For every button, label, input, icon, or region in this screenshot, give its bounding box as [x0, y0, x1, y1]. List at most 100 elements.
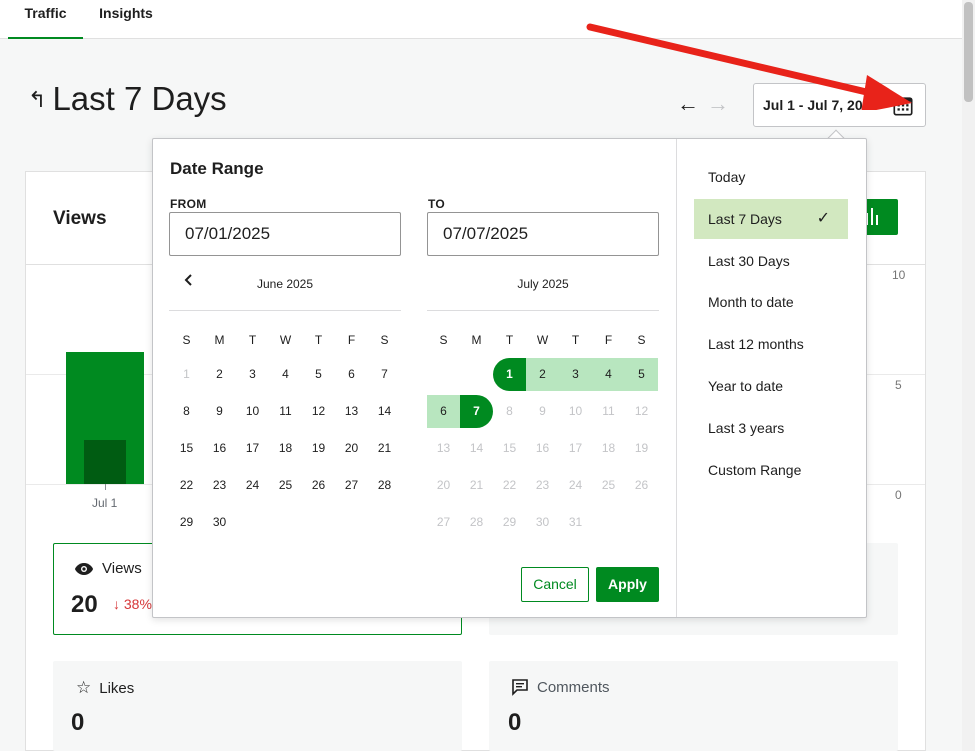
calendar-day[interactable]: 21	[368, 432, 401, 465]
calendar-day[interactable]: 10	[236, 395, 269, 428]
date-range-button[interactable]: Jul 1 - Jul 7, 2025	[753, 83, 926, 127]
calendar-day: 21	[469, 478, 484, 492]
calendar-day[interactable]: 4	[269, 358, 302, 391]
calendar-day[interactable]: 7	[368, 358, 401, 391]
stat-views-value: 20	[71, 591, 98, 618]
calendar-day: 16	[535, 441, 550, 455]
left-month-divider	[169, 310, 401, 311]
calendar-day[interactable]: 3	[236, 358, 269, 391]
stat-likes-value: 0	[71, 709, 85, 736]
calendar-day[interactable]: 18	[269, 432, 302, 465]
calendar-day: 11	[602, 404, 615, 418]
calendar-day: 17	[568, 441, 583, 455]
shortcut-option[interactable]: Month to date	[694, 282, 848, 322]
calendar-day: 25	[601, 478, 616, 492]
calendar-day[interactable]: 5	[302, 358, 335, 391]
calendar-day[interactable]: 28	[368, 469, 401, 502]
date-range-label: Jul 1 - Jul 7, 2025	[763, 97, 879, 113]
weekday-label: S	[439, 333, 448, 347]
tab-bar: Traffic Insights	[0, 0, 962, 39]
calendar-day[interactable]: 13	[335, 395, 368, 428]
shortcut-option[interactable]: Year to date	[694, 366, 848, 406]
stat-views-change: ↓ 38%	[113, 596, 152, 612]
calendar-day[interactable]: 2	[203, 358, 236, 391]
calendar-day[interactable]: 22	[170, 469, 203, 502]
calendar-icon	[893, 97, 913, 116]
calendar-day[interactable]: 24	[236, 469, 269, 502]
chart-bar-secondary	[84, 440, 126, 484]
eye-icon	[75, 562, 93, 575]
calendar-day: 27	[436, 515, 451, 529]
calendar-day[interactable]: 15	[170, 432, 203, 465]
calendar-day: 22	[502, 478, 517, 492]
calendar-day: 14	[469, 441, 484, 455]
shortcut-option[interactable]: Last 12 months	[694, 324, 848, 364]
calendar-day[interactable]: 11	[269, 395, 302, 428]
calendar-day[interactable]: 23	[203, 469, 236, 502]
calendar-day[interactable]: 1	[493, 358, 526, 391]
weekday-label: F	[604, 333, 613, 347]
weekday-label: T	[571, 333, 580, 347]
calendar-day[interactable]: 19	[302, 432, 335, 465]
calendar-day: 12	[634, 404, 649, 418]
shortcut-option[interactable]: Last 30 Days	[694, 241, 848, 281]
calendar-day[interactable]: 16	[203, 432, 236, 465]
calendar-day: 26	[634, 478, 649, 492]
shortcut-option[interactable]: Today	[694, 157, 848, 197]
y-tick-label: 5	[895, 378, 902, 392]
weekday-label: M	[471, 333, 482, 347]
scrollbar-thumb[interactable]	[964, 2, 973, 102]
tab-insights[interactable]: Insights	[90, 0, 162, 39]
tab-traffic[interactable]: Traffic	[8, 0, 83, 39]
calendar-day[interactable]: 12	[302, 395, 335, 428]
weekday-label: S	[182, 333, 191, 347]
star-icon: ☆	[76, 678, 92, 697]
calendar-day[interactable]: 9	[203, 395, 236, 428]
calendar-day[interactable]: 3	[559, 358, 592, 391]
calendar-day[interactable]: 5	[625, 358, 658, 391]
stat-likes-tab[interactable]	[53, 661, 462, 751]
calendar-day[interactable]: 2	[526, 358, 559, 391]
shortcut-option[interactable]: Last 7 Days ✓	[694, 198, 848, 239]
checkmark-icon: ✓	[816, 209, 830, 227]
shortcut-option[interactable]: Last 3 years	[694, 408, 848, 448]
calendar-day[interactable]: 25	[269, 469, 302, 502]
calendar-day: 10	[568, 404, 583, 418]
calendar-day[interactable]: 20	[335, 432, 368, 465]
calendar-day[interactable]: 26	[302, 469, 335, 502]
back-arrow-icon[interactable]: ↰	[28, 87, 46, 113]
shortcut-label: Last 7 Days	[708, 210, 782, 227]
stat-likes-label: ☆ Likes	[76, 678, 134, 698]
calendar-day[interactable]: 8	[170, 395, 203, 428]
cancel-button[interactable]: Cancel	[521, 567, 589, 602]
x-tick-mark	[105, 484, 106, 490]
next-period-arrow-icon[interactable]: →	[707, 92, 729, 116]
previous-period-arrow-icon[interactable]: ←	[677, 92, 699, 116]
calendar-day[interactable]: 4	[592, 358, 625, 391]
card-title: Views	[53, 208, 107, 229]
to-label: TO	[428, 197, 446, 211]
calendar-day[interactable]: 6	[427, 395, 460, 428]
calendar-day[interactable]: 27	[335, 469, 368, 502]
calendar-day[interactable]: 17	[236, 432, 269, 465]
weekday-label: T	[248, 333, 257, 347]
weekday-label: T	[505, 333, 514, 347]
shortcut-option[interactable]: Custom Range	[694, 450, 848, 490]
calendar-day[interactable]: 6	[335, 358, 368, 391]
scrollbar[interactable]	[962, 0, 975, 751]
weekday-label: S	[637, 333, 646, 347]
from-date-input[interactable]	[169, 212, 401, 256]
calendar-day[interactable]: 14	[368, 395, 401, 428]
calendar-day: 31	[568, 515, 583, 529]
calendar-day: 19	[634, 441, 649, 455]
calendar-day: 1	[183, 367, 190, 381]
calendar-day[interactable]: 30	[203, 506, 236, 539]
calendar-day: 28	[469, 515, 484, 529]
weekday-label: M	[214, 333, 225, 347]
y-tick-label: 0	[895, 488, 902, 502]
calendar-day[interactable]: 29	[170, 506, 203, 539]
to-date-input[interactable]	[427, 212, 659, 256]
calendar-day[interactable]: 7	[460, 395, 493, 428]
stat-comments-tab[interactable]	[489, 661, 898, 751]
apply-button[interactable]: Apply	[596, 567, 659, 602]
